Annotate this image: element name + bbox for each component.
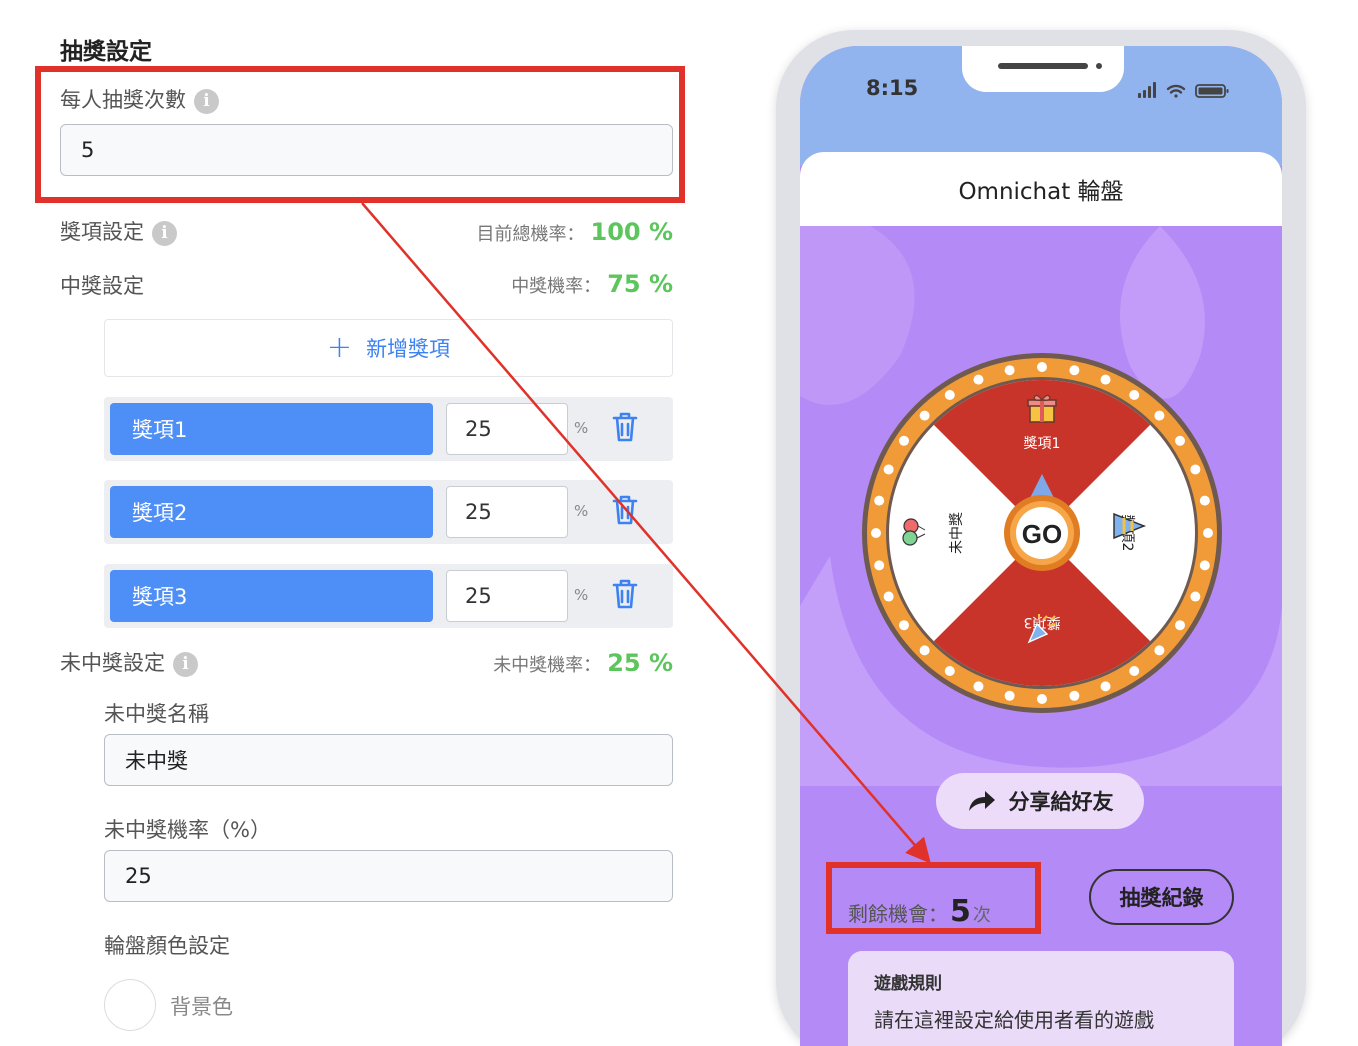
connector-arrow [361, 202, 931, 864]
